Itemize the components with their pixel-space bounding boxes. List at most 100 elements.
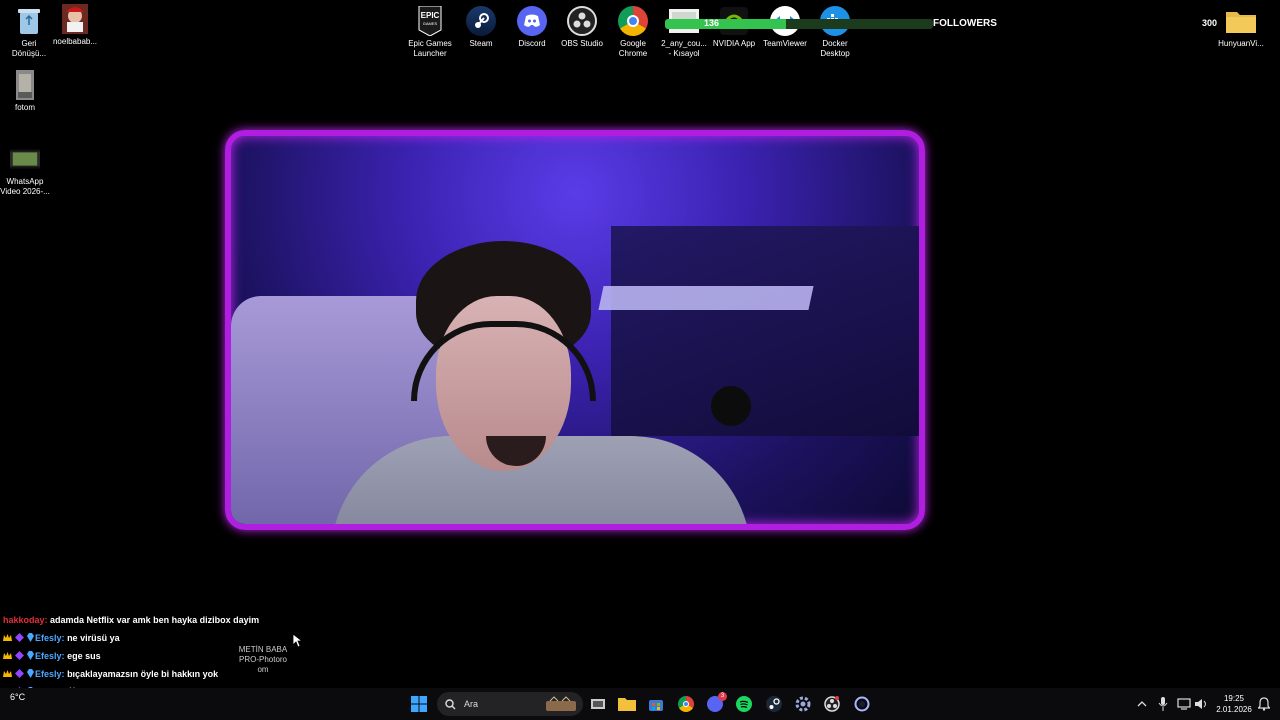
- notification-badge: 3: [718, 692, 727, 701]
- gem-badge-icon: [27, 669, 35, 678]
- desktop-icon-steam[interactable]: Steam: [452, 6, 510, 49]
- tray-overflow-button[interactable]: [1132, 694, 1152, 714]
- desktop-icon-label: NVIDIA App: [712, 39, 756, 48]
- desktop-icon-label: Epic Games Launcher: [408, 39, 452, 58]
- store-icon: [649, 700, 663, 711]
- taskbar-file-explorer[interactable]: [617, 694, 637, 714]
- taskbar-store[interactable]: [646, 694, 666, 714]
- desktop-icon-label: Discord: [518, 39, 546, 48]
- desktop-icon-noelbaba[interactable]: noelbabab...: [46, 4, 104, 47]
- steam-icon: [766, 696, 782, 712]
- discord-icon: 3: [707, 692, 727, 712]
- desktop-icon-label: TeamViewer: [763, 39, 807, 48]
- chrome-icon: [618, 6, 648, 36]
- followers-goal-count: 300: [1202, 18, 1218, 28]
- chat-username[interactable]: hakkoday:: [3, 615, 48, 625]
- desktop-icon-label: 2_any_cou... - Kısayol: [661, 39, 707, 58]
- chat-username[interactable]: Efesly:: [35, 669, 65, 679]
- desktop-icon-label: Geri Dönüşü...: [11, 39, 47, 58]
- chat-text: ege sus: [67, 651, 101, 661]
- folder-icon: [618, 698, 636, 711]
- gear-icon: [795, 696, 811, 712]
- photo-thumbnail-icon: [10, 70, 40, 100]
- desktop-icon-hunyuan-folder[interactable]: HunyuanVi...: [1212, 6, 1270, 49]
- chat-text: ne virüsü ya: [67, 633, 120, 643]
- notification-center-button[interactable]: [1254, 694, 1274, 714]
- task-view-icon: [591, 699, 605, 709]
- desktop-icon-label: Google Chrome: [618, 39, 648, 58]
- bits-badge-icon: [14, 669, 24, 678]
- desktop-icon-label: HunyuanVi...: [1218, 39, 1264, 48]
- mouse-cursor-icon: [293, 634, 303, 648]
- taskbar-app-settings[interactable]: [793, 694, 813, 714]
- desktop-icon-label: Docker Desktop: [820, 39, 850, 58]
- crown-badge-icon: [3, 634, 12, 641]
- bits-badge-icon: [14, 651, 24, 660]
- followers-progress-fill: [665, 19, 787, 29]
- bell-icon: [1258, 697, 1270, 711]
- hovered-icon-label: METİN BABA PRO-Photoro om: [238, 645, 288, 674]
- taskbar-discord[interactable]: 3: [705, 692, 727, 714]
- webcam-frame: [225, 130, 925, 530]
- taskbar: 6°C 3: [0, 688, 1280, 720]
- gem-badge-icon: [27, 651, 35, 660]
- chat-text: bıçaklayamazsın öyle bi hakkın yok: [67, 669, 219, 679]
- weather-widget[interactable]: 6°C: [10, 692, 25, 702]
- gem-badge-icon: [27, 633, 35, 642]
- desktop-icon-fotom[interactable]: fotom: [0, 70, 54, 113]
- desktop-icon-label: WhatsApp Video 2026-...: [0, 177, 50, 196]
- chat-text: adamda Netflix var amk ben hayka dizibox…: [50, 615, 260, 625]
- taskbar-search[interactable]: [437, 692, 583, 716]
- microphone-icon: [1158, 697, 1168, 711]
- photo-thumbnail-icon: [60, 4, 90, 34]
- folder-icon: [1226, 6, 1256, 36]
- steam-icon: [466, 6, 496, 36]
- search-highlight-icon: [546, 696, 576, 711]
- taskbar-assistant[interactable]: [852, 694, 872, 714]
- desktop-icon-epic-games[interactable]: EPIC GAMES Epic Games Launcher: [401, 6, 459, 59]
- svg-text:GAMES: GAMES: [423, 21, 438, 26]
- start-button[interactable]: [409, 694, 429, 714]
- crown-badge-icon: [3, 652, 12, 659]
- taskbar-steam[interactable]: [764, 694, 784, 714]
- desktop-icon-docker[interactable]: Docker Desktop: [806, 6, 864, 59]
- taskbar-chrome[interactable]: [676, 694, 696, 714]
- obs-icon: [567, 6, 597, 36]
- tray-volume[interactable]: [1191, 694, 1211, 714]
- recycle-bin-icon: [14, 6, 44, 36]
- desktop-icon-chrome[interactable]: Google Chrome: [604, 6, 662, 59]
- chat-username[interactable]: Efesly:: [35, 651, 65, 661]
- chevron-up-icon: [1137, 701, 1147, 707]
- desktop-icon-obs[interactable]: OBS Studio: [553, 6, 611, 49]
- search-input[interactable]: [464, 699, 544, 709]
- followers-current-count: 136: [704, 18, 720, 28]
- svg-text:EPIC: EPIC: [421, 11, 440, 20]
- discord-icon: [517, 6, 547, 36]
- taskbar-obs[interactable]: [822, 694, 842, 714]
- desktop-icon-whatsapp-video[interactable]: WhatsApp Video 2026-...: [0, 144, 54, 197]
- taskbar-spotify[interactable]: [734, 694, 754, 714]
- desktop-icon-label: Steam: [469, 39, 493, 48]
- obs-icon: [824, 696, 840, 712]
- network-icon: [1177, 698, 1191, 710]
- windows-icon: [411, 696, 427, 712]
- desktop-icon-label: OBS Studio: [561, 39, 603, 48]
- video-file-icon: [10, 144, 40, 174]
- followers-label: FOLLOWERS: [933, 18, 997, 29]
- tray-microphone[interactable]: [1153, 694, 1173, 714]
- clock-date: 2.01.2026: [1216, 705, 1252, 714]
- assistant-icon: [854, 696, 870, 712]
- search-icon: [445, 698, 456, 709]
- spotify-icon: [736, 696, 752, 712]
- desktop-icon-label: fotom: [14, 103, 35, 112]
- epic-games-icon: EPIC GAMES: [415, 6, 445, 36]
- chat-username[interactable]: Efesly:: [35, 633, 65, 643]
- chat-message: hakkoday: adamda Netflix var amk ben hay…: [3, 614, 293, 632]
- desktop-icon-label: noelbabab...: [52, 37, 98, 46]
- taskbar-clock[interactable]: 19:25 2.01.2026: [1212, 693, 1256, 715]
- chrome-icon: [678, 696, 694, 712]
- bits-badge-icon: [14, 633, 24, 642]
- crown-badge-icon: [3, 670, 12, 677]
- clock-time: 19:25: [1223, 694, 1245, 703]
- task-view-button[interactable]: [588, 694, 608, 714]
